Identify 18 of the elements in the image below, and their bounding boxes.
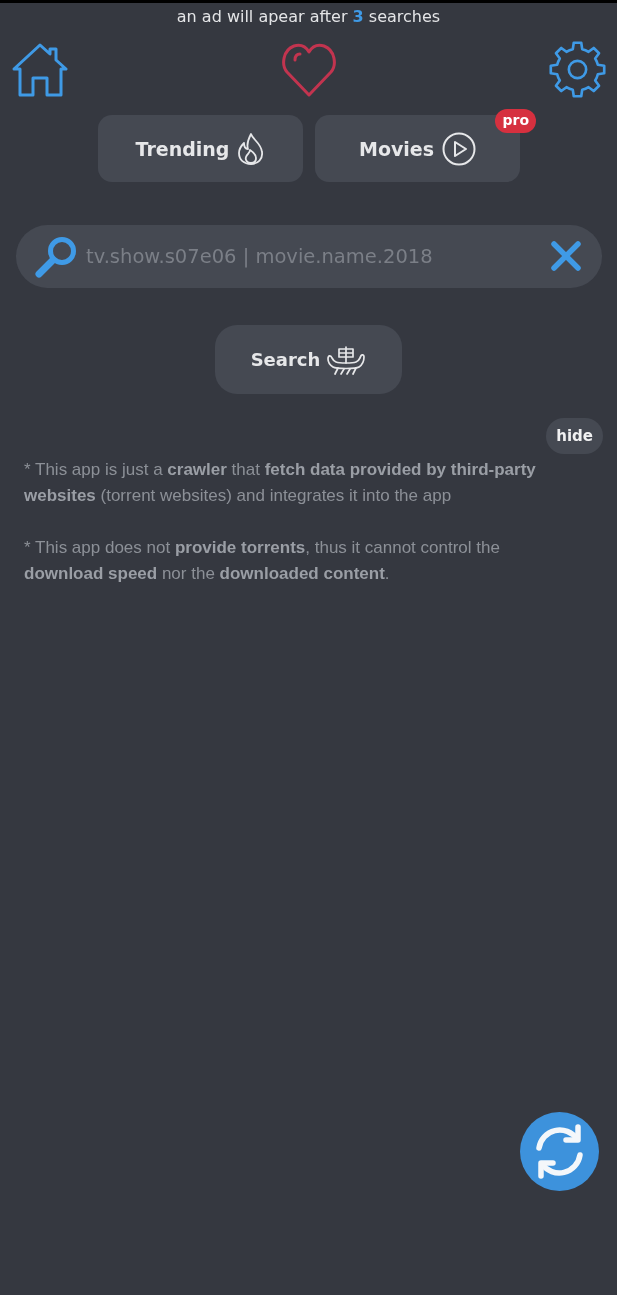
- close-icon: [550, 241, 582, 271]
- hide-button[interactable]: hide: [546, 418, 603, 454]
- trending-button[interactable]: Trending: [98, 115, 303, 182]
- ad-notice: an ad will apear after 3 searches: [175, 7, 442, 27]
- pro-badge: pro: [495, 109, 536, 133]
- clear-button[interactable]: [550, 241, 582, 271]
- play-icon: [442, 131, 477, 166]
- flame-icon: [237, 132, 266, 165]
- ship-icon: [326, 344, 367, 375]
- home-icon[interactable]: [12, 41, 68, 98]
- search-icon: [34, 236, 78, 278]
- settings-icon[interactable]: [549, 41, 606, 98]
- search-button[interactable]: Search: [215, 325, 402, 394]
- refresh-button[interactable]: [520, 1112, 599, 1191]
- disclaimer-text: * This app does not provide torrents, thus it cannot control the download speed nor the downloaded content.: [24, 537, 501, 585]
- refresh-icon: [520, 1112, 599, 1191]
- disclaimer-text: * This app is just a crawler that fetch data provided by third-party websites (torrent websites) and integrates it into the app: [24, 459, 537, 507]
- heart-icon[interactable]: [281, 41, 336, 98]
